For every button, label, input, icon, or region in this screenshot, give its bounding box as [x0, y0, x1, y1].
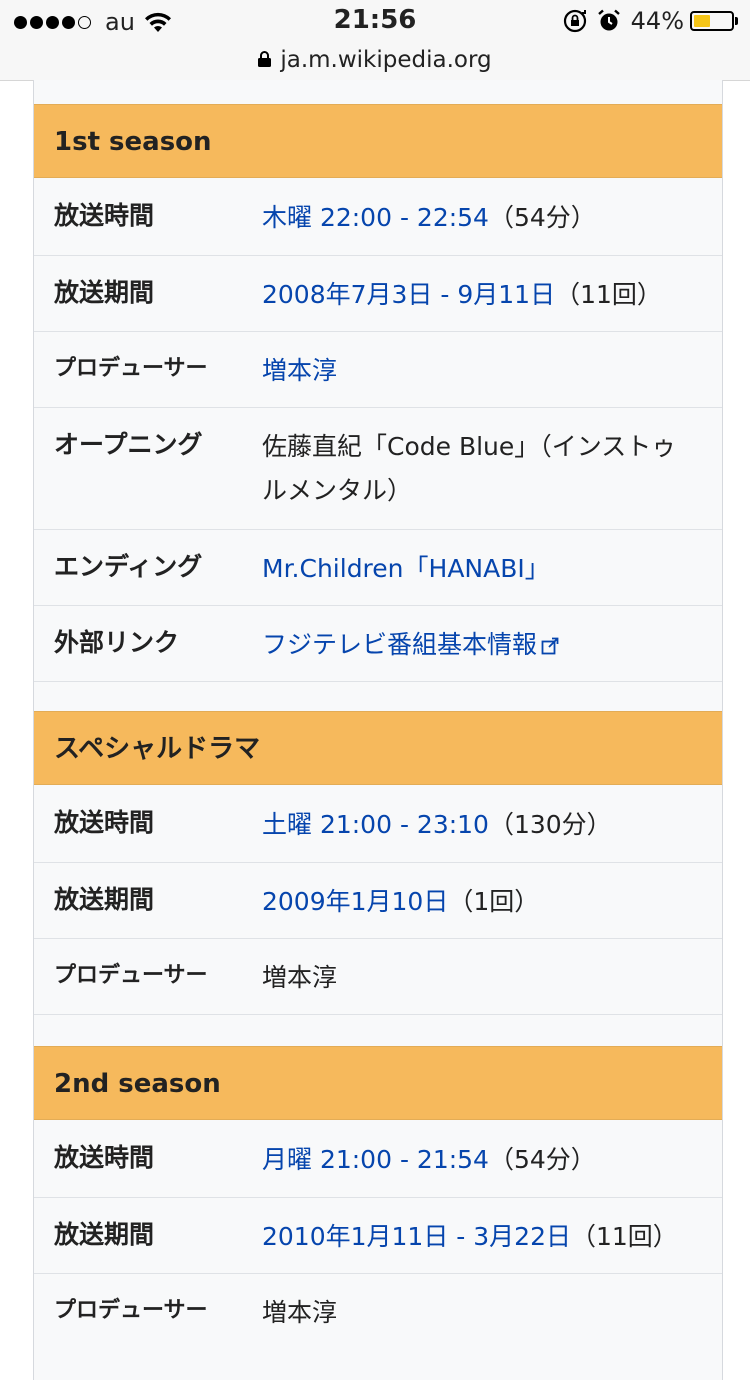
- url-domain: ja.m.wikipedia.org: [280, 47, 492, 73]
- value-suffix: （11回）: [555, 280, 662, 309]
- ending-link[interactable]: Mr.Children「HANABI」: [262, 554, 550, 583]
- value-suffix: （130分）: [488, 810, 612, 839]
- row-label: プロデューサー: [54, 963, 208, 988]
- row-value: 木曜 22:00 - 22:54（54分）: [262, 196, 682, 240]
- broadcast-time-link[interactable]: 月曜 21:00 - 21:54: [262, 1145, 489, 1174]
- opening-value: 佐藤直紀「Code Blue」（インストゥルメンタル）: [262, 432, 677, 505]
- battery-level-fill: [694, 15, 710, 27]
- row-label: プロデューサー: [54, 1298, 208, 1323]
- row-label: 放送期間: [54, 278, 155, 307]
- row-label: プロデューサー: [54, 356, 208, 381]
- row-broadcast-time: 放送時間 土曜 21:00 - 23:10（130分）: [34, 786, 722, 863]
- row-label: エンディング: [54, 552, 203, 581]
- producer-value: 増本淳: [262, 963, 338, 992]
- row-broadcast-period: 放送期間 2009年1月10日（1回）: [34, 863, 722, 939]
- value-suffix: （54分）: [488, 203, 596, 232]
- value-suffix: （11回）: [570, 1222, 678, 1251]
- row-value: フジテレビ番組基本情報: [262, 623, 682, 667]
- row-label: 外部リンク: [54, 628, 180, 657]
- row-value: 増本淳: [262, 349, 682, 393]
- broadcast-period-link[interactable]: 2008年7月3日 - 9月11日: [262, 280, 555, 309]
- drama-infobox: 1st season 放送時間 木曜 22:00 - 22:54（54分） 放送…: [33, 80, 723, 1380]
- row-value: 2009年1月10日（1回）: [262, 880, 682, 924]
- external-info-link[interactable]: フジテレビ番組基本情報: [262, 630, 537, 659]
- row-producer: プロデューサー 増本淳: [34, 1274, 722, 1349]
- producer-value: 増本淳: [262, 1298, 338, 1327]
- row-broadcast-time: 放送時間 木曜 22:00 - 22:54（54分）: [34, 179, 722, 256]
- broadcast-period-link[interactable]: 2010年1月11日 - 3月22日: [262, 1222, 571, 1251]
- row-ending: エンディング Mr.Children「HANABI」: [34, 530, 722, 606]
- status-bar-right: 44%: [553, 7, 738, 35]
- producer-link[interactable]: 増本淳: [262, 356, 337, 385]
- row-producer: プロデューサー 増本淳: [34, 939, 722, 1015]
- row-label: 放送時間: [54, 201, 155, 230]
- row-external-link: 外部リンク フジテレビ番組基本情報: [34, 606, 722, 682]
- alarm-clock-icon: [597, 9, 620, 31]
- external-link-icon: [541, 637, 559, 655]
- row-label: 放送期間: [54, 1220, 155, 1249]
- battery-tip: [735, 17, 738, 25]
- rotation-lock-icon: [563, 9, 586, 33]
- row-value: 2008年7月3日 - 9月11日（11回）: [262, 273, 682, 317]
- broadcast-time-link[interactable]: 木曜 22:00 - 22:54: [262, 203, 489, 232]
- url-bar[interactable]: ja.m.wikipedia.org: [0, 40, 750, 81]
- row-producer: プロデューサー 増本淳: [34, 332, 722, 408]
- row-label: 放送期間: [54, 885, 155, 914]
- row-opening: オープニング 佐藤直紀「Code Blue」（インストゥルメンタル）: [34, 408, 722, 530]
- section-header-1st-season: 1st season: [34, 104, 722, 178]
- value-suffix: （54分）: [488, 1145, 596, 1174]
- broadcast-time-link[interactable]: 土曜 21:00 - 23:10: [262, 810, 489, 839]
- row-label: オープニング: [54, 430, 203, 459]
- broadcast-period-link[interactable]: 2009年1月10日: [262, 887, 448, 916]
- row-broadcast-period: 放送期間 2010年1月11日 - 3月22日（11回）: [34, 1198, 722, 1274]
- value-suffix: （1回）: [448, 887, 540, 916]
- battery-icon: [690, 11, 734, 31]
- section-header-special-drama: スペシャルドラマ: [34, 711, 722, 785]
- battery-percent: 44%: [630, 7, 684, 35]
- row-broadcast-period: 放送期間 2008年7月3日 - 9月11日（11回）: [34, 256, 722, 332]
- row-value: 土曜 21:00 - 23:10（130分）: [262, 803, 682, 847]
- row-label: 放送時間: [54, 808, 155, 837]
- row-value: Mr.Children「HANABI」: [262, 547, 682, 591]
- row-label: 放送時間: [54, 1143, 155, 1172]
- status-bar: au 21:56 44%: [0, 0, 750, 40]
- row-value: 月曜 21:00 - 21:54（54分）: [262, 1138, 682, 1182]
- section-header-2nd-season: 2nd season: [34, 1046, 722, 1120]
- row-value: 2010年1月11日 - 3月22日（11回）: [262, 1215, 682, 1259]
- row-broadcast-time: 放送時間 月曜 21:00 - 21:54（54分）: [34, 1121, 722, 1198]
- lock-icon: [258, 51, 272, 67]
